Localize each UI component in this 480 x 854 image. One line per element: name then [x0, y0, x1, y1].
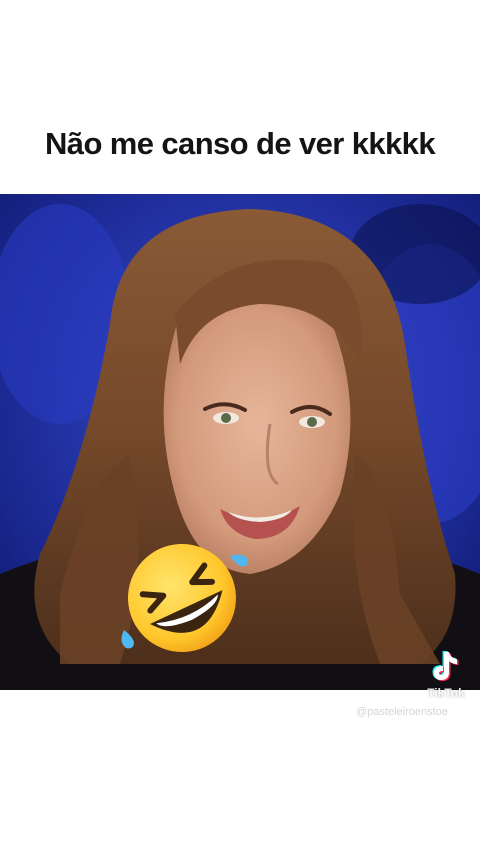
- tiktok-repost-screen: Não me canso de ver kkkkk TikTok @pastel…: [0, 0, 480, 854]
- post-caption: Não me canso de ver kkkkk: [45, 126, 436, 161]
- tiktok-wordmark: TikTok: [427, 686, 465, 700]
- tiktok-watermark: TikTok: [418, 648, 474, 708]
- creator-handle: @pasteleiroenstoe: [356, 706, 448, 718]
- rolling-on-the-floor-laughing-emoji-icon: [121, 544, 248, 652]
- tiktok-logo-icon: [432, 651, 459, 681]
